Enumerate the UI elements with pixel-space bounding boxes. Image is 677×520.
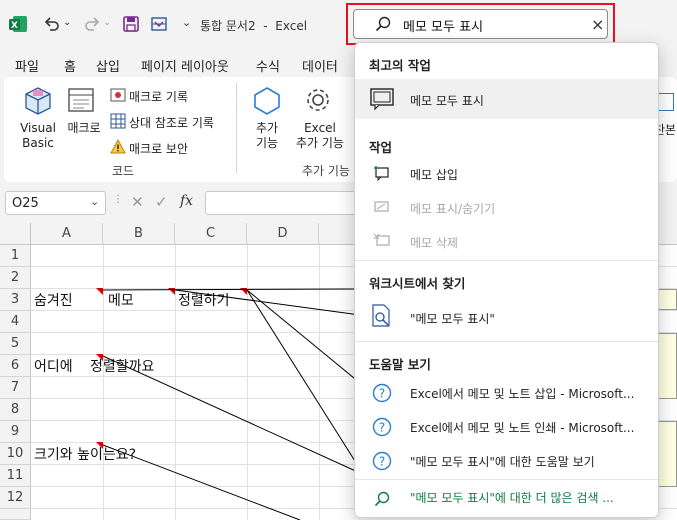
- find-in-worksheet-item[interactable]: "메모 모두 표시": [410, 310, 495, 327]
- top-action-item[interactable]: [355, 79, 658, 119]
- visual-basic-icon: [22, 85, 54, 120]
- ribbon-separator: [236, 83, 237, 173]
- search-icon: [375, 16, 391, 35]
- tab-file[interactable]: 파일: [15, 56, 39, 75]
- section-title-actions: 작업: [369, 140, 393, 155]
- help-item[interactable]: Excel에서 메모 및 노트 인쇄 - Microsoft...: [410, 419, 634, 436]
- more-search-link[interactable]: "메모 모두 표시"에 대한 더 많은 검색 ...: [410, 489, 614, 506]
- window-title: 통합 문서2 - Excel: [200, 19, 308, 33]
- insert-function-icon[interactable]: fx: [180, 193, 193, 209]
- visual-basic-button[interactable]: Visual Basic: [16, 121, 60, 151]
- gear-icon: [303, 85, 333, 118]
- comment-box-partial: [658, 421, 677, 487]
- formula-input[interactable]: [205, 191, 365, 215]
- redo-dropdown-icon[interactable]: ⌄: [103, 17, 111, 28]
- help-icon: ?: [370, 449, 394, 473]
- divider: [355, 479, 658, 480]
- tab-page-layout[interactable]: 페이지 레이아웃: [141, 56, 229, 75]
- tab-formulas[interactable]: 수식: [256, 56, 280, 75]
- tab-home[interactable]: 홈: [64, 56, 76, 75]
- search-input[interactable]: 메모 모두 표시 ×: [353, 9, 608, 39]
- show-hide-comment-icon: [370, 195, 394, 219]
- undo-icon[interactable]: [42, 14, 62, 34]
- insert-comment-item[interactable]: 메모 삽입: [410, 166, 458, 183]
- document-search-icon: [370, 304, 394, 328]
- name-box[interactable]: O25 ⌄: [5, 191, 106, 215]
- comment-box-icon: [370, 87, 394, 111]
- comment-indicator: [96, 288, 103, 295]
- divider: [355, 341, 658, 342]
- form-icon[interactable]: [149, 14, 169, 34]
- search-value: 메모 모두 표시: [403, 20, 484, 35]
- clear-search-icon[interactable]: ×: [591, 15, 604, 34]
- section-title-find-in-worksheet: 워크시트에서 찾기: [369, 276, 466, 291]
- help-icon: ?: [370, 381, 394, 405]
- delete-comment-icon: [370, 229, 394, 253]
- group-label-code: 코드: [112, 164, 135, 178]
- tab-data[interactable]: 데이터: [302, 56, 338, 75]
- customize-qat-icon[interactable]: ⌄: [182, 16, 191, 29]
- confirm-edit-icon[interactable]: ✓: [155, 193, 168, 211]
- show-all-comments-item[interactable]: 메모 모두 표시: [410, 92, 484, 109]
- section-title-help: 도움말 보기: [369, 357, 431, 372]
- record-macro-button[interactable]: 매크로 기록: [129, 88, 188, 105]
- search-more-icon: [370, 487, 394, 511]
- help-item[interactable]: Excel에서 메모 및 노트 삽입 - Microsoft...: [410, 385, 634, 402]
- redo-icon[interactable]: [82, 14, 102, 34]
- excel-logo-icon: X: [8, 14, 28, 34]
- relative-reference-icon: [110, 113, 126, 132]
- tab-insert[interactable]: 삽입: [96, 56, 120, 75]
- macro-security-button[interactable]: 매크로 보안: [129, 140, 188, 157]
- group-label-add-ins: 추가 기능: [302, 164, 350, 178]
- relative-reference-button[interactable]: 상대 참조로 기록: [129, 114, 214, 131]
- record-macro-icon: [110, 87, 126, 106]
- macro-security-icon: [110, 138, 126, 158]
- name-box-value: O25: [12, 196, 39, 211]
- macro-icon: [66, 85, 98, 120]
- excel-add-ins-button[interactable]: Excel 추가 기능: [290, 121, 350, 151]
- new-comment-icon: [370, 161, 394, 185]
- add-ins-icon: [252, 85, 282, 120]
- comment-box-partial: [658, 333, 677, 399]
- divider: [355, 260, 658, 261]
- comment-indicator: [168, 288, 175, 295]
- add-ins-button[interactable]: 추가 기능: [247, 121, 287, 151]
- more-options-icon[interactable]: ⋮: [113, 194, 123, 205]
- svg-text:?: ?: [379, 455, 385, 469]
- comment-indicator: [96, 442, 103, 449]
- comment-box-partial: [658, 289, 677, 310]
- delete-comment-item[interactable]: 메모 삭제: [410, 234, 458, 251]
- help-item[interactable]: "메모 모두 표시"에 대한 도움말 보기: [410, 453, 595, 470]
- comment-indicator: [96, 354, 103, 361]
- svg-text:X: X: [11, 21, 18, 31]
- svg-text:?: ?: [379, 421, 385, 435]
- undo-dropdown-icon[interactable]: ⌄: [63, 17, 71, 28]
- macro-button[interactable]: 매크로: [62, 121, 106, 136]
- show-hide-comment-item[interactable]: 메모 표시/숨기기: [410, 200, 495, 217]
- help-icon: ?: [370, 415, 394, 439]
- name-box-dropdown-icon[interactable]: ⌄: [90, 195, 99, 208]
- svg-text:?: ?: [379, 387, 385, 401]
- save-icon[interactable]: [121, 14, 141, 34]
- cancel-edit-icon[interactable]: ✕: [131, 193, 144, 211]
- search-results-panel: 최고의 작업 메모 모두 표시 작업 메모 삽입 메모 표시/숨기기 메모 삭제…: [354, 42, 659, 518]
- section-title-top-actions: 최고의 작업: [369, 58, 431, 73]
